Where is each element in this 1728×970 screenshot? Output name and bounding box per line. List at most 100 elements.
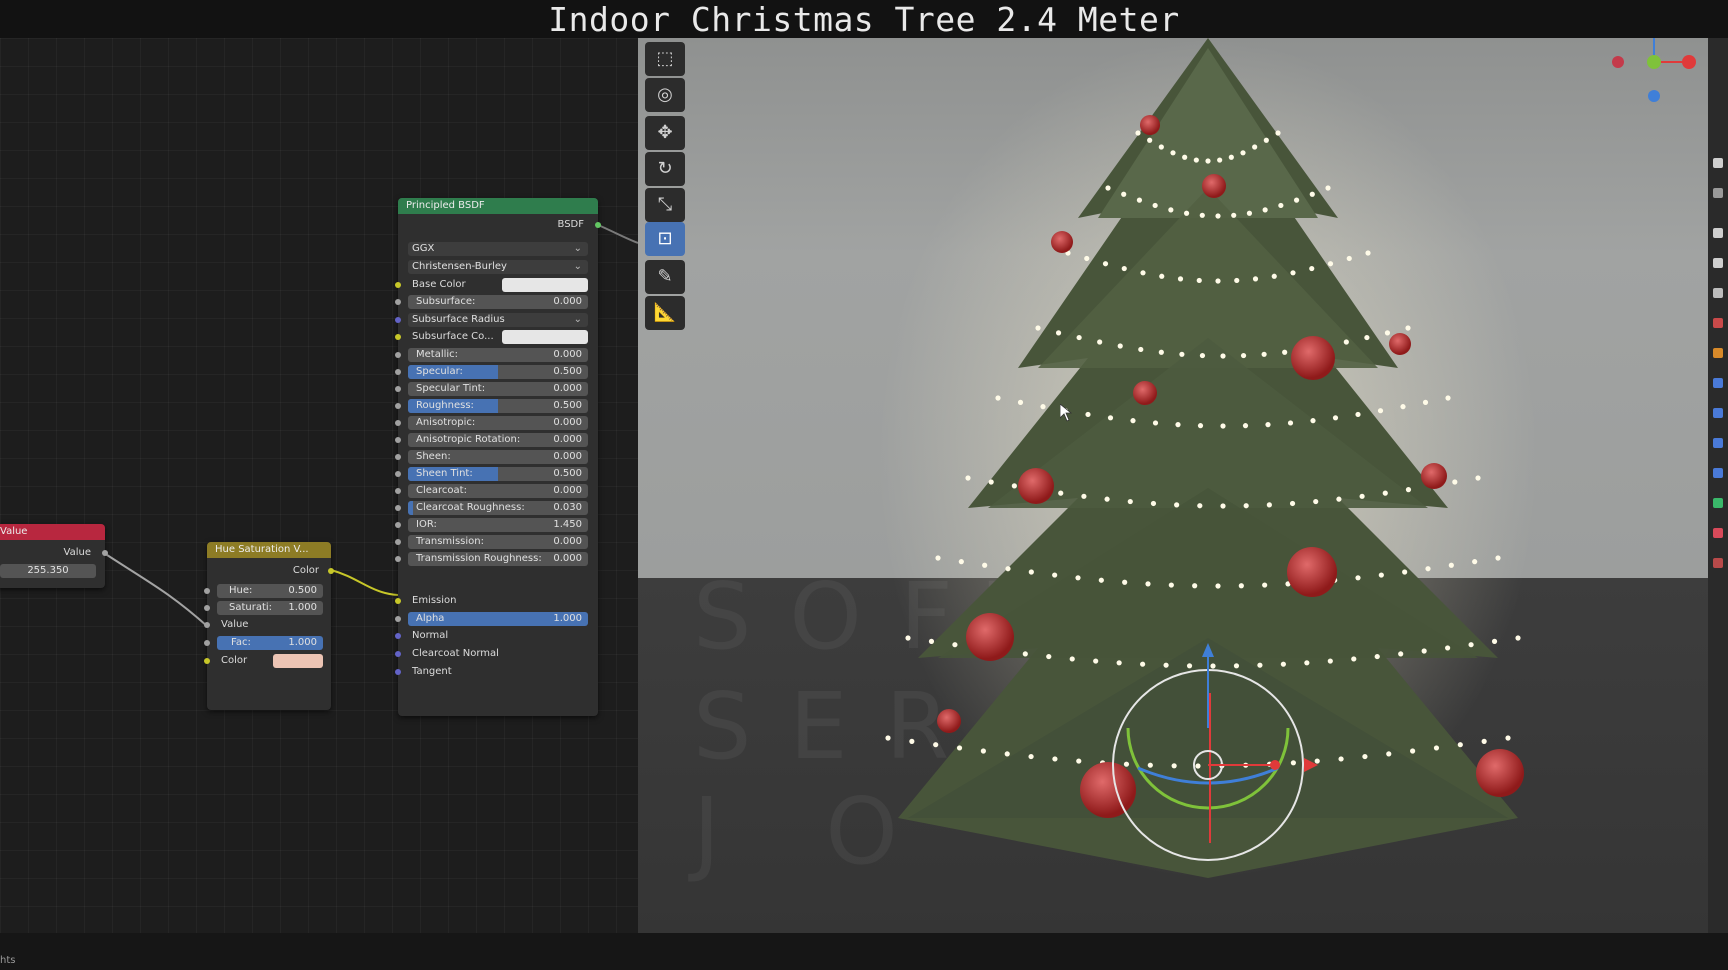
light-bulb [1325, 185, 1331, 191]
light-bulb [935, 555, 941, 561]
tool-properties-icon[interactable] [1713, 158, 1723, 168]
principled-bsdf-node[interactable]: Principled BSDF BSDF GGX ⌄ Christensen-B… [395, 198, 601, 716]
bsdf-input-socket[interactable] [395, 556, 401, 562]
alpha-socket[interactable] [395, 616, 401, 622]
color-input-socket[interactable] [204, 658, 210, 664]
subsurface-method-dropdown[interactable]: Christensen-Burley ⌄ [408, 260, 588, 274]
cursor-tool-icon[interactable]: ◎ [645, 78, 685, 112]
particles-icon[interactable] [1713, 408, 1723, 418]
hue-saturation-node-header[interactable]: Hue Saturation V... [207, 542, 331, 558]
world-properties-icon[interactable] [1713, 318, 1723, 328]
light-bulb [1138, 346, 1144, 353]
subsurface-radius-socket[interactable] [395, 317, 401, 323]
nav-x-axis[interactable] [1682, 55, 1696, 69]
measure-tool-icon[interactable]: 📐 [645, 296, 685, 330]
bsdf-input-socket[interactable] [395, 369, 401, 375]
bsdf-field-label: Sheen: [416, 451, 451, 462]
annotate-tool-icon[interactable]: ✎ [645, 260, 685, 294]
bsdf-input-socket[interactable] [395, 386, 401, 392]
object-properties-icon[interactable] [1713, 348, 1723, 358]
bsdf-field[interactable]: IOR: 1.450 [408, 518, 588, 532]
bsdf-field[interactable]: Transmission: 0.000 [408, 535, 588, 549]
bsdf-field[interactable]: Sheen Tint: 0.500 [408, 467, 588, 481]
hue-saturation-node[interactable]: Hue Saturation V... Color Hue: 0.500 Sat… [204, 542, 334, 710]
bsdf-field[interactable]: Metallic: 0.000 [408, 348, 588, 362]
light-bulb [1491, 638, 1498, 644]
scene-properties-icon[interactable] [1713, 288, 1723, 298]
base-color-socket[interactable] [395, 282, 401, 288]
tangent-socket[interactable] [395, 669, 401, 675]
alpha-field[interactable]: Alpha 1.000 [408, 612, 588, 626]
constraints-icon[interactable] [1713, 468, 1723, 478]
bsdf-field[interactable]: Specular: 0.500 [408, 365, 588, 379]
light-bulb [1304, 660, 1310, 666]
nav-neg-z-axis[interactable] [1648, 90, 1660, 102]
hsv-color-output-socket[interactable] [328, 568, 334, 574]
select-box-tool-icon[interactable]: ⬚ [645, 42, 685, 76]
bsdf-input-socket[interactable] [395, 403, 401, 409]
output-properties-icon[interactable] [1713, 228, 1723, 238]
gizmo-x-handle[interactable] [1270, 760, 1280, 770]
fac-input-socket[interactable] [204, 640, 210, 646]
value-node[interactable]: Value Value 255.350 [0, 524, 108, 588]
light-bulb [1093, 658, 1099, 664]
bsdf-field-value: 0.000 [553, 536, 582, 547]
3d-viewport[interactable]: SOFT SER J O ⬚ ◎ ✥ ↻ ⤡ ⊡ ✎ 📐 [638, 38, 1708, 933]
bsdf-input-socket[interactable] [395, 420, 401, 426]
bsdf-field[interactable]: Subsurface: 0.000 [408, 295, 588, 309]
saturation-input-socket[interactable] [204, 605, 210, 611]
data-properties-icon[interactable] [1713, 498, 1723, 508]
bsdf-input-socket[interactable] [395, 471, 401, 477]
texture-properties-icon[interactable] [1713, 558, 1723, 568]
bsdf-field[interactable]: Anisotropic Rotation: 0.000 [408, 433, 588, 447]
bsdf-input-socket[interactable] [395, 352, 401, 358]
distribution-dropdown[interactable]: GGX ⌄ [408, 242, 588, 256]
bsdf-input-socket[interactable] [395, 299, 401, 305]
bsdf-field[interactable]: Anisotropic: 0.000 [408, 416, 588, 430]
bsdf-field[interactable]: Roughness: 0.500 [408, 399, 588, 413]
nav-y-axis[interactable] [1647, 55, 1661, 69]
bsdf-input-socket[interactable] [395, 437, 401, 443]
value-input-socket[interactable] [204, 622, 210, 628]
bsdf-output-socket[interactable] [595, 222, 601, 228]
bsdf-field[interactable]: Specular Tint: 0.000 [408, 382, 588, 396]
node-editor[interactable]: Value Value 255.350 Hue Saturation V... … [0, 38, 638, 933]
nav-neg-x-axis[interactable] [1612, 56, 1624, 68]
bsdf-field[interactable]: Clearcoat Roughness: 0.030 [408, 501, 588, 515]
bsdf-field[interactable]: Clearcoat: 0.000 [408, 484, 588, 498]
saturation-field[interactable]: Saturati: 1.000 [217, 601, 323, 615]
bsdf-field[interactable]: Sheen: 0.000 [408, 450, 588, 464]
principled-bsdf-header[interactable]: Principled BSDF [398, 198, 598, 214]
bsdf-input-socket[interactable] [395, 522, 401, 528]
bsdf-input-socket[interactable] [395, 488, 401, 494]
bsdf-field[interactable]: Transmission Roughness: 0.000 [408, 552, 588, 566]
transform-tool-icon[interactable]: ⊡ [645, 222, 685, 256]
render-properties-icon[interactable] [1713, 188, 1723, 198]
value-node-header[interactable]: Value [0, 524, 105, 540]
bsdf-input-socket[interactable] [395, 539, 401, 545]
physics-icon[interactable] [1713, 438, 1723, 448]
value-field[interactable]: 255.350 [0, 564, 96, 578]
material-properties-icon[interactable] [1713, 528, 1723, 538]
modifier-properties-icon[interactable] [1713, 378, 1723, 388]
fac-field[interactable]: Fac: 1.000 [217, 636, 323, 650]
subsurface-color-socket[interactable] [395, 334, 401, 340]
bsdf-input-socket[interactable] [395, 505, 401, 511]
value-output-socket[interactable] [102, 550, 108, 556]
bsdf-input-socket[interactable] [395, 454, 401, 460]
move-tool-icon[interactable]: ✥ [645, 116, 685, 150]
clearcoat-normal-socket[interactable] [395, 651, 401, 657]
scale-tool-icon[interactable]: ⤡ [645, 188, 685, 222]
rotate-tool-icon[interactable]: ↻ [645, 152, 685, 186]
base-color-swatch[interactable] [502, 278, 588, 292]
hue-field[interactable]: Hue: 0.500 [217, 584, 323, 598]
normal-socket[interactable] [395, 633, 401, 639]
navigation-gizmo[interactable] [1612, 38, 1696, 102]
hsv-color-swatch[interactable] [273, 654, 323, 668]
subsurface-radius-dropdown[interactable]: Subsurface Radius ⌄ [408, 313, 588, 327]
hue-input-socket[interactable] [204, 588, 210, 594]
view-layer-icon[interactable] [1713, 258, 1723, 268]
subsurface-color-swatch[interactable] [502, 330, 588, 344]
light-bulb [1402, 569, 1408, 575]
emission-socket[interactable] [395, 598, 401, 604]
